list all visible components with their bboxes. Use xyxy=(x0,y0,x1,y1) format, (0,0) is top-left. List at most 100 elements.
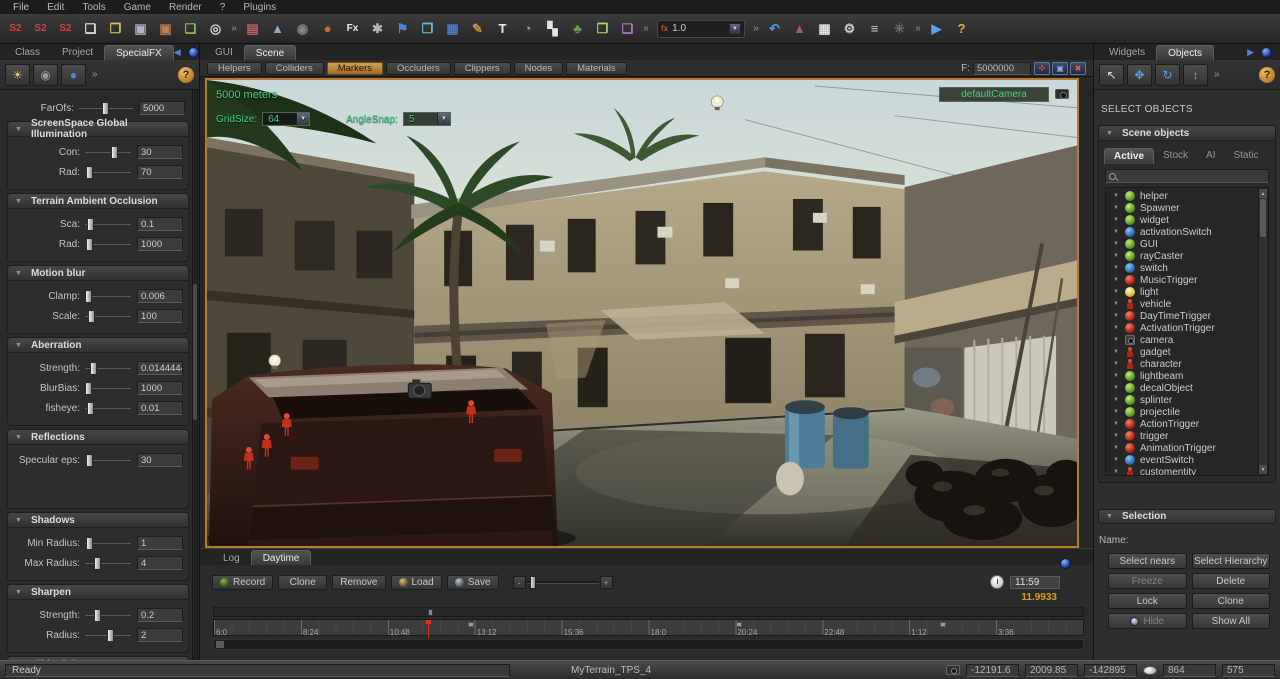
film-reel-icon[interactable]: ✱ xyxy=(366,17,390,41)
expander-triangle-icon[interactable]: ▼ xyxy=(1113,409,1120,415)
param-slider[interactable] xyxy=(85,166,131,179)
tree-item-splinter[interactable]: ▼splinter xyxy=(1106,394,1268,406)
tree-item-light[interactable]: ▼light xyxy=(1106,286,1268,298)
tab-project[interactable]: Project xyxy=(51,45,104,60)
expander-triangle-icon[interactable]: ▼ xyxy=(1113,445,1120,451)
flag-icon[interactable]: ⚑ xyxy=(391,17,415,41)
slider-handle[interactable] xyxy=(86,454,93,467)
param-value-field[interactable]: 2 xyxy=(137,628,183,642)
play-icon[interactable]: ▶ xyxy=(925,17,949,41)
collapse-triangle-icon[interactable]: ▼ xyxy=(15,270,22,277)
param-slider[interactable] xyxy=(85,146,131,159)
playhead[interactable] xyxy=(428,620,429,638)
scroll-down-icon[interactable]: ▼ xyxy=(1259,465,1267,474)
param-slider[interactable] xyxy=(85,382,131,395)
help-icon[interactable]: ? xyxy=(950,17,974,41)
param-slider[interactable] xyxy=(85,454,131,467)
select-tool-icon[interactable]: ↖ xyxy=(1099,64,1124,86)
tab-specialfx[interactable]: SpecialFX xyxy=(104,45,174,60)
network-globe-icon[interactable] xyxy=(1060,558,1071,569)
param-value-field[interactable]: 1000 xyxy=(137,237,183,251)
clone-button[interactable]: Clone xyxy=(1192,593,1271,609)
section-header-motion-blur[interactable]: ▼Motion blur xyxy=(8,266,188,281)
timeline-ruler[interactable]: 6:08:2410:4813:1215:3618:020:2422:481:12… xyxy=(213,619,1084,636)
expander-triangle-icon[interactable]: ▼ xyxy=(1113,229,1120,235)
zoom-out-button[interactable]: - xyxy=(513,576,526,589)
time-input[interactable] xyxy=(1010,576,1060,589)
gauge-icon[interactable]: ◔ xyxy=(516,17,540,41)
param-value-field[interactable]: 0.1 xyxy=(137,217,183,231)
delete-button[interactable]: Delete xyxy=(1192,573,1271,589)
move-tool-icon[interactable]: ✥ xyxy=(1127,64,1152,86)
section-header-shadows[interactable]: ▼Shadows xyxy=(8,513,188,528)
collapse-triangle-icon[interactable]: ▼ xyxy=(15,434,22,441)
expander-triangle-icon[interactable]: ▼ xyxy=(1113,313,1120,319)
param-value-field[interactable]: 30 xyxy=(137,145,183,159)
keyframe-marker[interactable] xyxy=(468,622,474,627)
section-header-screenspace-global-illumination[interactable]: ▼ScreenSpace Global Illumination xyxy=(8,122,188,137)
param-value-field[interactable]: 30 xyxy=(137,453,183,467)
selection-header[interactable]: ▼ Selection xyxy=(1098,509,1276,524)
folder-doc-icon[interactable]: ❐ xyxy=(591,17,615,41)
scale-tool-icon[interactable]: ↕ xyxy=(1183,64,1208,86)
section-header-lift-gain-gamma[interactable]: ▼Lift/Gain/Gamma xyxy=(8,657,188,660)
tree-item-gui[interactable]: ▼GUI xyxy=(1106,238,1268,250)
chevron-down-icon[interactable]: ▼ xyxy=(296,113,309,125)
camera-tool-icon[interactable]: ◉ xyxy=(33,64,58,86)
expander-triangle-icon[interactable]: ▼ xyxy=(1113,397,1120,403)
help-icon[interactable]: ? xyxy=(178,67,194,83)
globe-tool-icon[interactable]: ● xyxy=(61,64,86,86)
chevron-down-icon[interactable]: ▼ xyxy=(729,23,741,35)
param-value-field[interactable]: 5000 xyxy=(139,101,185,115)
marker-tab-helpers[interactable]: Helpers xyxy=(207,62,262,75)
menu-edit[interactable]: Edit xyxy=(38,2,73,13)
camera-reset-icon[interactable]: ✖ xyxy=(1070,62,1086,75)
param-slider[interactable] xyxy=(85,290,131,303)
expander-triangle-icon[interactable]: ▼ xyxy=(1113,289,1120,295)
save-icon[interactable]: ▣ xyxy=(129,17,153,41)
expander-triangle-icon[interactable]: ▼ xyxy=(1113,469,1120,475)
collapse-triangle-icon[interactable]: ▼ xyxy=(15,589,22,596)
pan-handle[interactable] xyxy=(428,609,433,616)
undo-icon[interactable]: ↶ xyxy=(763,17,787,41)
overflow-chevron-4-icon[interactable]: » xyxy=(913,17,924,41)
slider-handle[interactable] xyxy=(87,402,94,415)
tab-scroll-right-icon[interactable]: ▶ xyxy=(1247,47,1254,58)
select-hierarchy-button[interactable]: Select Hierarchy xyxy=(1192,553,1271,569)
marker-tab-clippers[interactable]: Clippers xyxy=(454,62,511,75)
tree-item-spawner[interactable]: ▼Spawner xyxy=(1106,202,1268,214)
archive-icon[interactable]: ▤ xyxy=(241,17,265,41)
overflow-chevron-3-icon[interactable]: » xyxy=(751,17,762,41)
filter-tab-active[interactable]: Active xyxy=(1104,148,1154,164)
expander-triangle-icon[interactable]: ▼ xyxy=(1113,361,1120,367)
expander-triangle-icon[interactable]: ▼ xyxy=(1113,337,1120,343)
camera-selector[interactable]: defaultCamera xyxy=(939,87,1049,102)
3d-viewport[interactable]: 5000 meters GridSize: 64 ▼ AngleSnap: 5 … xyxy=(205,78,1079,548)
app-logo-2-icon[interactable]: S2 xyxy=(29,17,53,41)
focus-input[interactable] xyxy=(973,62,1031,75)
lock-button[interactable]: Lock xyxy=(1108,593,1187,609)
tree-item-widget[interactable]: ▼widget xyxy=(1106,214,1268,226)
scene-objects-header[interactable]: ▼ Scene objects xyxy=(1099,126,1275,141)
slider-handle[interactable] xyxy=(94,609,101,622)
section-header-aberration[interactable]: ▼Aberration xyxy=(8,338,188,353)
section-header-reflections[interactable]: ▼Reflections xyxy=(8,430,188,445)
collapse-triangle-icon[interactable]: ▼ xyxy=(15,517,22,524)
param-value-field[interactable]: 0.0144444 xyxy=(137,361,183,375)
network-globe-icon[interactable] xyxy=(188,47,199,58)
tree-item-gadget[interactable]: ▼gadget xyxy=(1106,346,1268,358)
expander-triangle-icon[interactable]: ▼ xyxy=(1113,253,1120,259)
tree-item-helper[interactable]: ▼helper xyxy=(1106,190,1268,202)
remove-button[interactable]: Remove xyxy=(332,575,385,590)
timeline-scrollbar[interactable] xyxy=(213,639,1084,650)
grid-icon[interactable]: ▦ xyxy=(813,17,837,41)
slider-handle[interactable] xyxy=(86,537,93,550)
snowflake-icon[interactable]: ✳ xyxy=(888,17,912,41)
tree-item-vehicle[interactable]: ▼vehicle xyxy=(1106,298,1268,310)
param-slider[interactable] xyxy=(85,238,131,251)
expander-triangle-icon[interactable]: ▼ xyxy=(1113,301,1120,307)
scroll-up-icon[interactable]: ▲ xyxy=(1259,189,1267,198)
show-all-button[interactable]: Show All xyxy=(1192,613,1271,629)
gridsize-dropdown[interactable]: 64 ▼ xyxy=(262,112,310,126)
timeline-pan-strip[interactable] xyxy=(213,607,1084,617)
